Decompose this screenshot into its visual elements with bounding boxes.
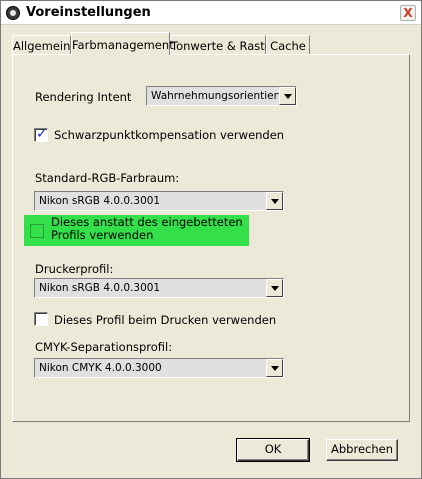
rgb-override-label: Dieses anstatt des eingebetteten Profils…: [51, 215, 243, 242]
window-title: Voreinstellungen: [26, 5, 151, 20]
app-icon: [6, 6, 20, 20]
cmyk-profile-select[interactable]: Nikon CMYK 4.0.0.3000: [34, 358, 284, 378]
printer-use-label: Dieses Profil beim Drucken verwenden: [54, 313, 277, 327]
printer-profile-select[interactable]: Nikon sRGB 4.0.0.3001: [34, 278, 284, 298]
printer-profile-value: Nikon sRGB 4.0.0.3001: [39, 282, 161, 294]
close-button[interactable]: X: [400, 5, 416, 21]
blackpoint-label: Schwarzpunktkompensation verwenden: [54, 128, 285, 142]
tab-allgemein[interactable]: Allgemein: [12, 35, 71, 54]
rgb-profile-select[interactable]: Nikon sRGB 4.0.0.3001: [34, 191, 284, 211]
tab-panel-farbmanagement: Rendering Intent Wahrnehmungsorientiert …: [12, 54, 410, 422]
cmyk-label: CMYK-Separationsprofil:: [35, 340, 173, 354]
cmyk-profile-value: Nikon CMYK 4.0.0.3000: [39, 362, 162, 374]
rgb-profile-value: Nikon sRGB 4.0.0.3001: [39, 195, 161, 207]
ok-button[interactable]: OK: [236, 438, 310, 462]
tab-tonwerte-raster[interactable]: Tonwerte & Raster: [170, 35, 277, 54]
tab-cache[interactable]: Cache: [266, 35, 310, 54]
cancel-button[interactable]: Abbrechen: [326, 439, 398, 461]
rgb-label: Standard-RGB-Farbraum:: [35, 171, 180, 185]
printer-label: Druckerprofil:: [35, 262, 114, 276]
rendering-intent-select[interactable]: Wahrnehmungsorientiert: [146, 86, 297, 106]
rendering-intent-value: Wahrnehmungsorientiert: [151, 90, 283, 102]
rendering-intent-label: Rendering Intent: [35, 90, 132, 104]
dropdown-arrow-icon[interactable]: [266, 359, 283, 377]
rgb-override-highlight: Dieses anstatt des eingebetteten Profils…: [24, 215, 249, 246]
dropdown-arrow-icon[interactable]: [279, 87, 296, 105]
checkmark-icon: ✓: [36, 126, 48, 142]
tab-farbmanagement[interactable]: Farbmanagement: [71, 32, 174, 55]
title-bar[interactable]: Voreinstellungen X: [1, 1, 421, 25]
blackpoint-checkbox[interactable]: ✓: [34, 126, 48, 142]
dropdown-arrow-icon[interactable]: [266, 279, 283, 297]
preferences-dialog: Voreinstellungen X Allgemein Farbmanagem…: [0, 0, 422, 479]
printer-use-checkbox[interactable]: [34, 312, 48, 326]
dropdown-arrow-icon[interactable]: [266, 192, 283, 210]
rgb-override-checkbox[interactable]: [30, 224, 44, 238]
